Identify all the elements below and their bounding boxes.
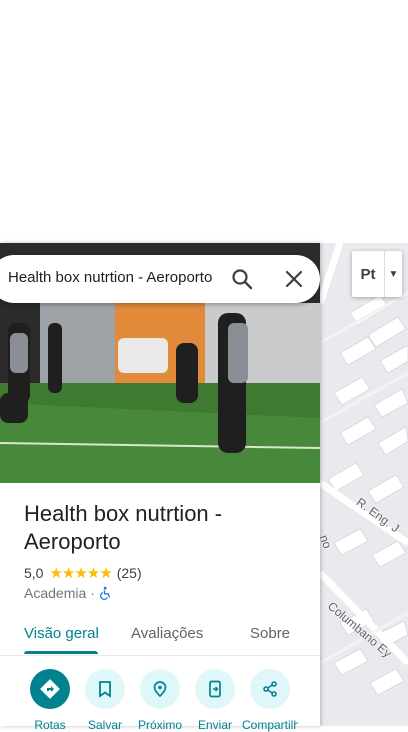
- share-icon: [250, 669, 290, 709]
- nearby-icon: [140, 669, 180, 709]
- directions-label: Rotas: [34, 718, 66, 732]
- tab-reviews[interactable]: Avaliações: [131, 625, 203, 642]
- search-icon[interactable]: [230, 267, 254, 291]
- place-title: Health box nutrtion - Aeroporto: [24, 501, 223, 554]
- search-bar[interactable]: Health box nutrtion - Aeroporto: [0, 255, 320, 303]
- category-row: Academia ·: [24, 585, 113, 601]
- wheelchair-accessible-icon: [100, 586, 111, 600]
- send-to-phone-icon: [195, 669, 235, 709]
- tab-bar: Visão geral Avaliações Sobre: [0, 613, 320, 656]
- send-to-phone-button[interactable]: Enviar: [187, 669, 243, 732]
- save-label: Salvar: [87, 718, 122, 732]
- directions-icon: [30, 669, 70, 709]
- review-count[interactable]: (25): [117, 565, 142, 581]
- search-input[interactable]: Health box nutrtion - Aeroporto: [8, 269, 216, 286]
- top-blank-area: [0, 0, 408, 243]
- action-buttons: Rotas Salvar Próximo Enviar Compartilh: [0, 669, 320, 732]
- send-label: Enviar: [197, 718, 232, 732]
- caret-down-icon[interactable]: ▼: [385, 269, 402, 280]
- close-icon[interactable]: [282, 267, 306, 291]
- map-layer-label: Pt: [360, 265, 376, 283]
- directions-button[interactable]: Rotas: [22, 669, 78, 732]
- separator: ·: [90, 585, 95, 601]
- map-layer-selector[interactable]: Pt ▼: [352, 251, 402, 297]
- nearby-button[interactable]: Próximo: [132, 669, 188, 732]
- place-category[interactable]: Academia: [24, 585, 86, 601]
- tab-overview[interactable]: Visão geral: [24, 625, 99, 642]
- bookmark-icon: [85, 669, 125, 709]
- share-button[interactable]: Compartilhar: [242, 669, 298, 732]
- map-canvas[interactable]: R. Eng. J no Columbano Ey: [320, 243, 408, 726]
- active-tab-indicator: [24, 651, 98, 654]
- nearby-label: Próximo: [137, 718, 182, 732]
- rating-value: 5,0: [24, 565, 44, 581]
- star-rating-icon: ★★★★★: [49, 565, 112, 582]
- save-button[interactable]: Salvar: [77, 669, 133, 732]
- rating-row[interactable]: 5,0 ★★★★★ (25): [24, 564, 142, 582]
- place-panel: Health box nutrtion - Aeroporto Health b…: [0, 243, 320, 732]
- tab-about[interactable]: Sobre: [250, 625, 290, 642]
- share-label: Compartilhar: [242, 718, 298, 732]
